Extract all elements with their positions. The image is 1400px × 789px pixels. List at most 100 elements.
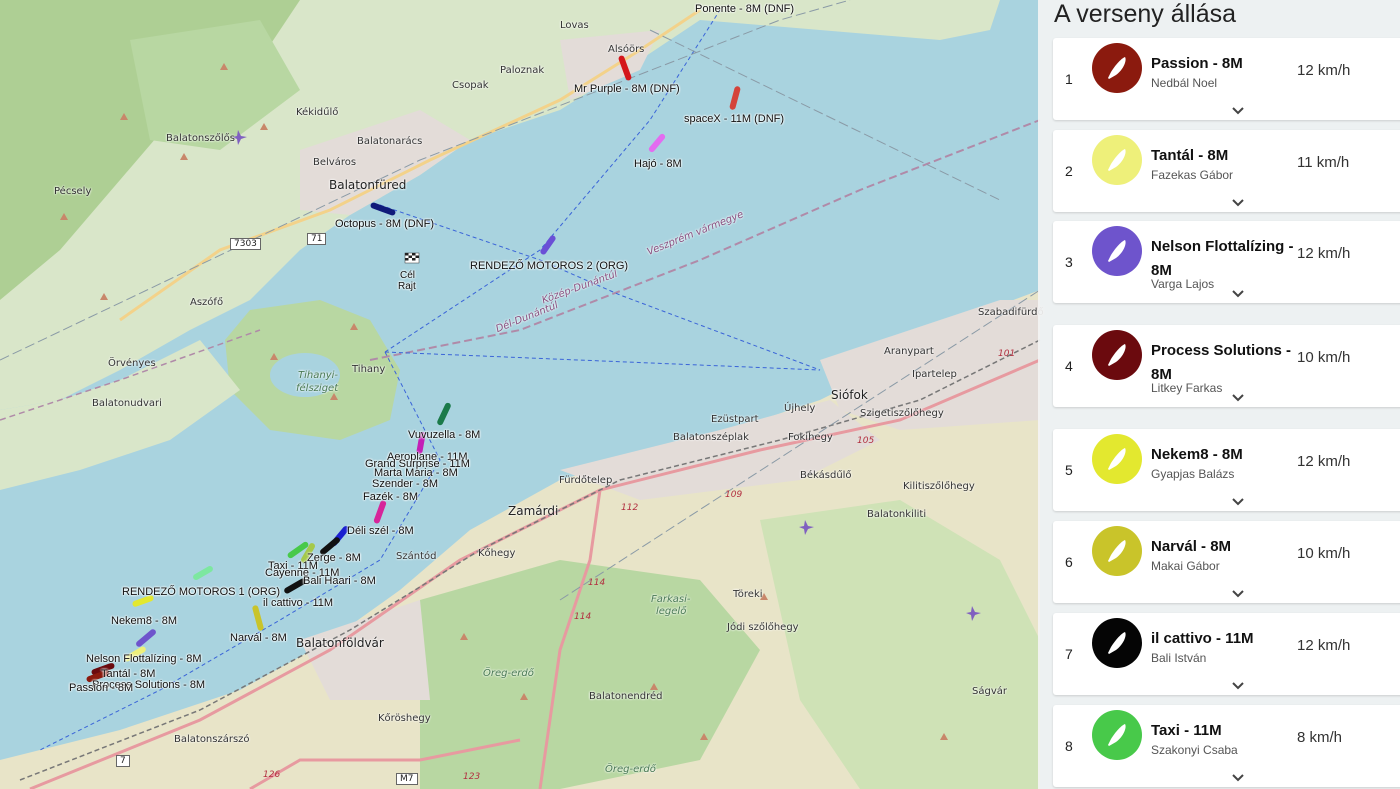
boat-label[interactable]: Octopus - 8M (DNF) (335, 218, 434, 230)
boat-label[interactable]: Passion - 8M (69, 682, 133, 694)
boat-label[interactable]: Nekem8 - 8M (111, 615, 177, 627)
skipper-name: Nedbál Noel (1151, 76, 1218, 90)
boat-label[interactable]: RENDEZŐ MOTOROS 2 (ORG) (470, 260, 628, 272)
boat-label[interactable]: Szender - 8M (372, 478, 438, 490)
rank-number: 2 (1065, 163, 1073, 179)
sailboat-icon (1108, 57, 1126, 79)
boat-avatar (1092, 526, 1142, 576)
standings-panel: A verseny állása 1 Passion - 8M Nedbál N… (1038, 0, 1400, 789)
place-label: Tihanyi- (298, 370, 338, 381)
road-number: 114 (574, 612, 592, 622)
skipper-name: Makai Gábor (1151, 559, 1220, 573)
boat-label[interactable]: Ponente - 8M (DNF) (695, 3, 794, 15)
boat-label[interactable]: Fazék - 8M (363, 491, 418, 503)
boat-speed: 12 km/h (1297, 62, 1351, 79)
skipper-name: Gyapjas Balázs (1151, 467, 1235, 481)
standing-card[interactable]: 4 Process Solutions - 8M Litkey Farkas 1… (1053, 325, 1400, 407)
boat-label[interactable]: Hajó - 8M (634, 158, 682, 170)
boat-label[interactable]: Déli szél - 8M (347, 525, 414, 537)
boat-label[interactable]: il cattivo - 11M (263, 597, 333, 609)
boat-speed: 11 km/h (1297, 154, 1350, 171)
place-label: Kőröshegy (378, 713, 431, 724)
boat-speed: 12 km/h (1297, 637, 1351, 654)
boat-name: Taxi - 11M (1151, 722, 1222, 739)
boat-speed: 10 km/h (1297, 545, 1351, 562)
road-shield: 7303 (230, 238, 261, 250)
skipper-name: Szakonyi Csaba (1151, 743, 1238, 757)
rank-number: 1 (1065, 71, 1073, 87)
skipper-name: Litkey Farkas (1151, 381, 1223, 395)
boat-label[interactable]: spaceX - 11M (DNF) (684, 113, 784, 125)
sailboat-icon (1108, 540, 1126, 562)
chevron-down-icon[interactable] (1231, 771, 1245, 785)
place-label: Örvényes (108, 358, 156, 369)
road-number: 123 (463, 772, 481, 782)
chevron-down-icon[interactable] (1231, 104, 1245, 118)
panel-title: A verseny állása (1054, 0, 1237, 28)
boat-label[interactable]: Mr Purple - 8M (DNF) (574, 83, 680, 95)
sailboat-icon (1108, 632, 1126, 654)
boat-name: il cattivo - 11M (1151, 630, 1254, 647)
boat-name: Tantál - 8M (1151, 147, 1229, 164)
standing-card[interactable]: 6 Narvál - 8M Makai Gábor 10 km/h (1053, 521, 1400, 603)
boat-label[interactable]: Nelson Flottalízing - 8M (86, 653, 202, 665)
boat-label[interactable]: RENDEZŐ MOTOROS 1 (ORG) (122, 586, 280, 598)
boat-avatar (1092, 226, 1142, 276)
place-label: Balatonföldvár (296, 636, 384, 650)
boat-label[interactable]: Vuvuzella - 8M (408, 429, 480, 441)
boat-label[interactable]: Bali Haari - 8M (303, 575, 376, 587)
road-number: 112 (621, 503, 639, 513)
standing-card[interactable]: 5 Nekem8 - 8M Gyapjas Balázs 12 km/h (1053, 429, 1400, 511)
chevron-down-icon[interactable] (1231, 679, 1245, 693)
chevron-down-icon[interactable] (1231, 196, 1245, 210)
sailboat-icon (1108, 240, 1126, 262)
place-label: Kőhegy (478, 548, 516, 559)
skipper-name: Fazekas Gábor (1151, 168, 1234, 182)
road-number: 114 (588, 578, 606, 588)
boat-name: Nekem8 - 8M (1151, 446, 1243, 463)
place-label: Balatonszéplak (673, 432, 749, 443)
place-label: Balatonudvari (92, 398, 162, 409)
place-label: Ságvár (972, 686, 1007, 697)
road-number: 105 (857, 436, 875, 446)
place-label: Kilitiszőlőhegy (903, 481, 975, 492)
road-number: 109 (725, 490, 743, 500)
standing-card[interactable]: 8 Taxi - 11M Szakonyi Csaba 8 km/h (1053, 705, 1400, 787)
place-label: Békásdűlő (800, 470, 852, 481)
place-label: Siófok (831, 388, 868, 402)
road-number: 126 (263, 770, 281, 780)
place-label: Töreki (733, 589, 763, 600)
rank-number: 8 (1065, 738, 1073, 754)
place-label: Tihany (352, 364, 386, 375)
sailboat-icon (1108, 448, 1126, 470)
boat-avatar (1092, 434, 1142, 484)
place-label: Balatonendréd (589, 691, 663, 702)
chevron-down-icon[interactable] (1231, 587, 1245, 601)
place-label: Balatonszárszó (174, 734, 250, 745)
sailboat-icon (1108, 724, 1126, 746)
place-label: Szántód (396, 551, 437, 562)
place-label: Balatonarács (357, 136, 423, 147)
place-label: legelő (656, 606, 687, 617)
rank-number: 4 (1065, 358, 1073, 374)
boat-name: Narvál - 8M (1151, 538, 1232, 555)
boat-avatar (1092, 135, 1142, 185)
boat-avatar (1092, 710, 1142, 760)
chevron-down-icon[interactable] (1231, 391, 1245, 405)
chevron-down-icon[interactable] (1231, 287, 1245, 301)
standing-card[interactable]: 7 il cattivo - 11M Bali István 12 km/h (1053, 613, 1400, 695)
skipper-name: Bali István (1151, 651, 1207, 665)
standing-card[interactable]: 3 Nelson Flottalízing - 8M Varga Lajos 1… (1053, 221, 1400, 303)
place-label: Balatonszőlős (166, 133, 235, 144)
road-shield: M7 (396, 773, 418, 785)
boat-name: Nelson Flottalízing - 8M (1151, 238, 1294, 279)
place-label: Balatonfüred (329, 178, 407, 192)
chevron-down-icon[interactable] (1231, 495, 1245, 509)
boat-label[interactable]: Narvál - 8M (230, 632, 287, 644)
boat-avatar (1092, 618, 1142, 668)
sailboat-icon (1108, 149, 1126, 171)
place-label: Fürdőtelep (559, 475, 613, 486)
standing-card[interactable]: 1 Passion - 8M Nedbál Noel 12 km/h (1053, 38, 1400, 120)
sailboat-icon (1108, 344, 1126, 366)
standing-card[interactable]: 2 Tantál - 8M Fazekas Gábor 11 km/h (1053, 130, 1400, 212)
